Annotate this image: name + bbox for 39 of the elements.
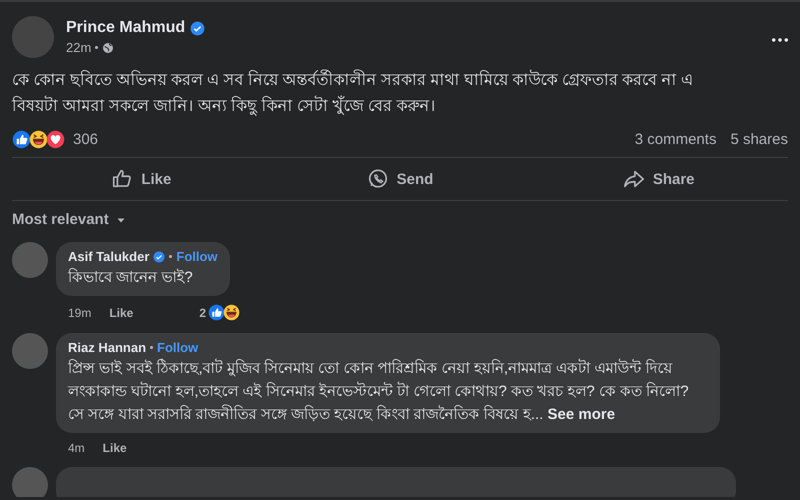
laughing-emoji-icon (223, 304, 240, 321)
like-reaction-icon (208, 304, 225, 321)
more-options-icon (772, 38, 788, 42)
like-button[interactable]: Like (12, 162, 271, 196)
follow-link[interactable]: Follow (176, 249, 218, 264)
comment-text: কিভাবে জানেন ভাই? (68, 267, 194, 288)
see-more-link[interactable]: See more (548, 406, 616, 423)
thumbs-up-icon (111, 168, 134, 190)
heart-reaction-icon (46, 130, 65, 149)
post-time[interactable]: 22m (66, 40, 92, 55)
like-reaction-icon (12, 130, 31, 149)
separator-dot (95, 46, 98, 49)
separator-dot (150, 346, 154, 349)
share-button[interactable]: Share (529, 162, 788, 196)
follow-link[interactable]: Follow (157, 340, 198, 355)
post-text: কে কোন ছবিতে অভিনয় করল এ সব নিয়ে অন্তর্বর্তীকালীন সরকার মাথা ঘামিয়ে কাউকে গ্রেফতার করবে না এ বিষয়টা আমরা সকলে জানি। অন্য কিছু কিনা সেটা খুঁজে বের করুন। (12, 68, 732, 120)
avatar[interactable] (12, 242, 48, 278)
comments-count[interactable]: 3 comments (634, 131, 716, 148)
like-link[interactable]: Like (109, 306, 134, 320)
commenter-name[interactable]: Asif Talukder (68, 249, 150, 264)
share-arrow-icon (622, 168, 645, 190)
laughing-emoji-icon (29, 130, 48, 149)
shares-count[interactable]: 5 shares (730, 131, 788, 148)
chat-bubble-phone-icon (366, 168, 389, 190)
sort-dropdown[interactable]: Most relevant (12, 201, 127, 234)
author-name[interactable]: Prince Mahmud (66, 19, 186, 37)
avatar[interactable] (12, 333, 48, 369)
reaction-count[interactable]: 306 (73, 131, 98, 148)
reaction-count[interactable]: 2 (199, 306, 206, 320)
separator-dot (169, 255, 172, 258)
commenter-name[interactable]: Riaz Hannan (68, 340, 146, 355)
comment-text: প্রিন্স ভাই সবই ঠিকাছে,বাট মুজিব সিনেমায় তো কোন পারিশ্রমিক নেয়া হয়নি,নামমাত্র একটা এমাউন্ট দিয়ে লংকাকান্ড ঘটানো হল,তাহলে এই সিনেমার ইনভেস্টমেন্ট টা গেলো কোথায়? কত খরচ হল? কে কত নিলো? সে সঙ্গে যারা সরাসরি রাজনীতির সঙ্গে জড়িত হয়েছে কিংবা রাজনৈতিক বিষয়ে হ... See more (68, 358, 690, 425)
comment-time[interactable]: 4m (68, 441, 85, 455)
send-button[interactable]: Send (270, 162, 530, 196)
comment-time[interactable]: 19m (68, 306, 92, 320)
like-link[interactable]: Like (102, 441, 127, 455)
avatar[interactable] (12, 467, 48, 497)
globe-icon (102, 42, 114, 54)
avatar[interactable] (12, 16, 54, 58)
